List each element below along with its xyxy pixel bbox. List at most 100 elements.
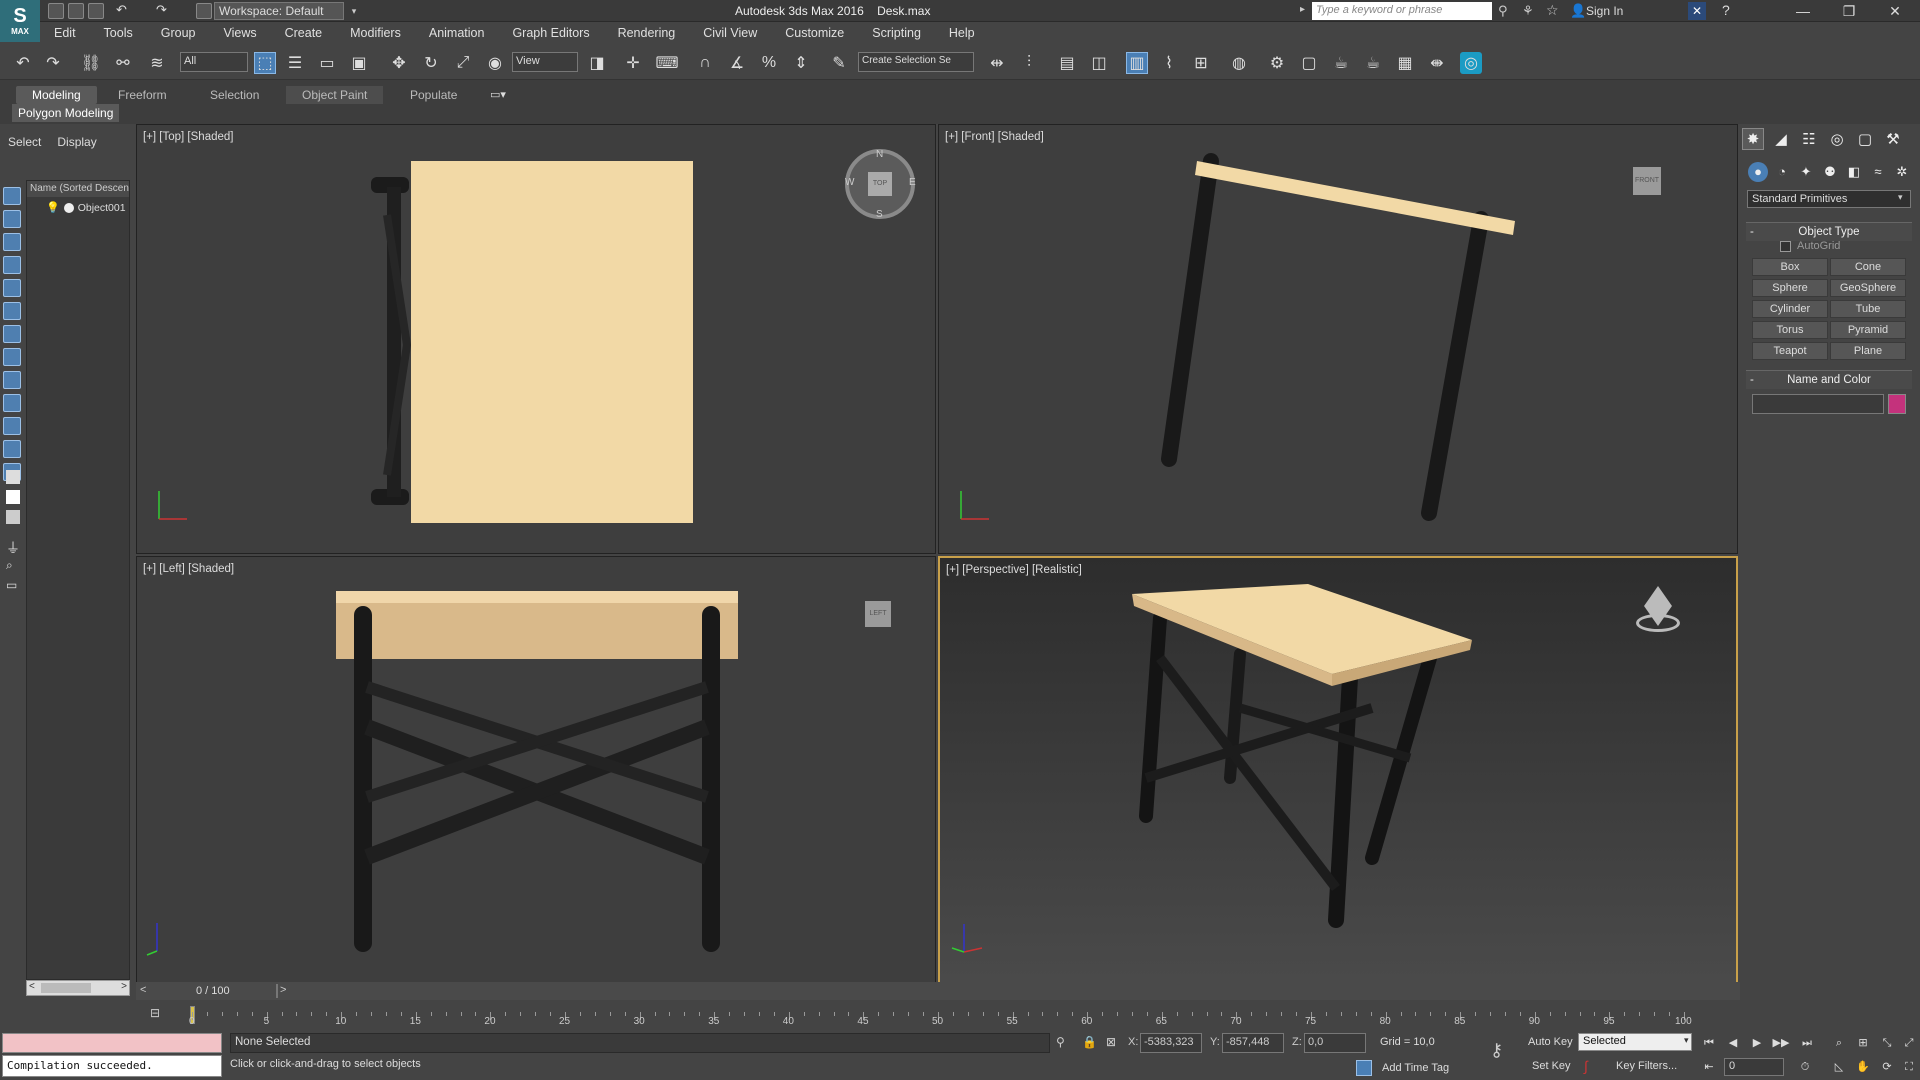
rotate-icon[interactable]: ↻ [420, 52, 442, 74]
create-tab-icon[interactable]: ✸ [1742, 128, 1764, 150]
ribbon-tab-object-paint[interactable]: Object Paint [286, 86, 384, 104]
select-by-name-icon[interactable]: ☰ [284, 52, 306, 74]
shapes-category-icon[interactable]: ◔ [1772, 162, 1792, 182]
explorer-horizontal-scrollbar[interactable]: < > [26, 980, 130, 996]
viewport-perspective[interactable]: [+] [Perspective] [Realistic] [938, 556, 1738, 984]
menu-views[interactable]: Views [209, 26, 270, 40]
zoom-extents-all-icon[interactable]: ⤢ [1900, 1034, 1918, 1052]
plane-button[interactable]: Plane [1830, 342, 1906, 360]
restore-button[interactable]: ❐ [1826, 0, 1872, 22]
play-icon[interactable]: ▶ [1748, 1034, 1766, 1052]
display-helpers-icon[interactable] [3, 302, 21, 320]
menu-graph-editors[interactable]: Graph Editors [498, 26, 603, 40]
object-type-rollout[interactable]: - Object Type [1746, 222, 1912, 241]
selection-lock-icon[interactable]: 🔒 [1082, 1035, 1097, 1049]
polygon-modeling-panel[interactable]: Polygon Modeling [12, 104, 120, 122]
checkbox-box[interactable] [1780, 240, 1791, 252]
select-manipulate-icon[interactable]: ✛ [622, 52, 644, 74]
display-xrefs-icon[interactable] [3, 371, 21, 389]
track-bar[interactable]: ⊟ 0 5 10 15 20 25 30 35 40 45 50 55 60 65 70 75 80 85 90 95… [136, 1000, 1740, 1030]
name-and-color-rollout[interactable]: - Name and Color [1746, 370, 1912, 389]
ribbon-tab-selection[interactable]: Selection [194, 86, 275, 104]
menu-help[interactable]: Help [935, 26, 989, 40]
project-folder-icon[interactable] [196, 3, 212, 19]
pivot-center-icon[interactable]: ◨ [586, 52, 608, 74]
time-prev-icon[interactable]: < [140, 984, 146, 996]
modify-tab-icon[interactable]: ◢ [1770, 128, 1792, 150]
box-button[interactable]: Box [1752, 258, 1828, 276]
menu-group[interactable]: Group [147, 26, 210, 40]
time-tag-icon[interactable] [1356, 1060, 1372, 1076]
search-input[interactable]: Type a keyword or phrase [1312, 2, 1492, 20]
display-geometry-icon[interactable] [3, 210, 21, 228]
zoom-all-icon[interactable]: ⊞ [1854, 1034, 1872, 1052]
rendered-frame-window-icon[interactable]: ▢ [1298, 52, 1320, 74]
display-groups-icon[interactable] [3, 348, 21, 366]
app-logo[interactable]: S MAX [0, 0, 40, 42]
window-crossing-icon[interactable]: ▣ [348, 52, 370, 74]
filter-funnel-icon[interactable]: ⏚ [6, 538, 20, 556]
collapse-icon[interactable]: - [1750, 226, 1754, 238]
maxscript-output[interactable]: Compilation succeeded. [2, 1055, 222, 1077]
place-icon[interactable]: ◉ [484, 52, 506, 74]
schematic-view-icon[interactable]: ⊞ [1190, 52, 1212, 74]
subscription-icon[interactable]: ⚘ [1522, 3, 1534, 19]
display-spacewarps-icon[interactable] [3, 325, 21, 343]
viewcube-left[interactable]: LEFT [865, 601, 891, 627]
menu-animation[interactable]: Animation [415, 26, 499, 40]
redo-icon[interactable]: ↷ [156, 3, 172, 19]
menu-civil-view[interactable]: Civil View [689, 26, 771, 40]
render-in-cloud-icon[interactable]: ▦ [1394, 52, 1416, 74]
field-of-view-icon[interactable]: ◺ [1830, 1058, 1848, 1076]
zoom-extents-icon[interactable]: ⤡ [1878, 1034, 1896, 1052]
cylinder-button[interactable]: Cylinder [1752, 300, 1828, 318]
sign-in-link[interactable]: Sign In [1586, 4, 1623, 18]
time-configuration-icon[interactable]: ⏱ [1796, 1058, 1814, 1076]
curve-editor-icon[interactable]: ⌇ [1158, 52, 1180, 74]
next-frame-icon[interactable]: ▶▶ [1772, 1034, 1790, 1052]
menu-rendering[interactable]: Rendering [604, 26, 690, 40]
bind-space-warp-icon[interactable]: ≋ [146, 52, 168, 74]
utilities-tab-icon[interactable]: ⚒ [1882, 128, 1904, 150]
pyramid-button[interactable]: Pyramid [1830, 321, 1906, 339]
cone-button[interactable]: Cone [1830, 258, 1906, 276]
select-object-icon[interactable]: ⬚ [254, 52, 276, 74]
isolate-selection-icon[interactable]: ⚲ [1056, 1035, 1065, 1049]
reference-coordinate-dropdown[interactable]: View [512, 52, 578, 72]
explorer-menu-icon[interactable]: ▭ [6, 578, 20, 592]
scene-tab-display[interactable]: Display [49, 135, 104, 149]
autogrid-checkbox[interactable]: AutoGrid [1780, 240, 1840, 252]
scene-tab-select[interactable]: Select [0, 135, 49, 149]
keyboard-shortcut-icon[interactable]: ⌨ [655, 52, 678, 74]
key-mode-toggle-icon[interactable]: ⇤ [1700, 1058, 1718, 1076]
set-key-button[interactable]: Set Key [1532, 1060, 1571, 1072]
workspace-dropdown[interactable]: Workspace: Default [214, 2, 344, 20]
sphere-button[interactable]: Sphere [1752, 279, 1828, 297]
find-icon[interactable]: ⌕ [6, 558, 20, 572]
rectangular-region-icon[interactable]: ▭ [316, 52, 338, 74]
geometry-category-icon[interactable]: ● [1748, 162, 1768, 182]
y-coordinate-field[interactable]: -857,448 [1222, 1033, 1284, 1053]
favorites-star-icon[interactable]: ☆ [1546, 2, 1559, 19]
auto-key-button[interactable]: Auto Key [1528, 1036, 1573, 1048]
selection-filter-dropdown[interactable]: All [180, 52, 248, 72]
align-icon[interactable]: ⫶ [1018, 52, 1040, 74]
ribbon-tab-modeling[interactable]: Modeling [16, 86, 97, 104]
geosphere-button[interactable]: GeoSphere [1830, 279, 1906, 297]
viewcube-front[interactable]: FRONT [1633, 167, 1661, 195]
menu-customize[interactable]: Customize [771, 26, 858, 40]
lights-category-icon[interactable]: ✦ [1796, 162, 1816, 182]
goto-end-icon[interactable]: ⏭ [1798, 1034, 1816, 1052]
viewcube-compass[interactable]: TOP N S E W [845, 149, 916, 220]
menu-edit[interactable]: Edit [40, 26, 90, 40]
tube-button[interactable]: Tube [1830, 300, 1906, 318]
display-shapes-icon[interactable] [3, 233, 21, 251]
object-name-field[interactable] [1752, 394, 1884, 414]
time-slider-thumb[interactable] [276, 984, 278, 998]
minimize-button[interactable]: — [1780, 0, 1826, 22]
absolute-mode-icon[interactable]: ⊠ [1106, 1035, 1116, 1049]
torus-button[interactable]: Torus [1752, 321, 1828, 339]
workspace-caret-icon[interactable]: ▾ [348, 2, 360, 20]
menu-tools[interactable]: Tools [90, 26, 147, 40]
spinner-snap-icon[interactable]: ⇕ [790, 52, 812, 74]
